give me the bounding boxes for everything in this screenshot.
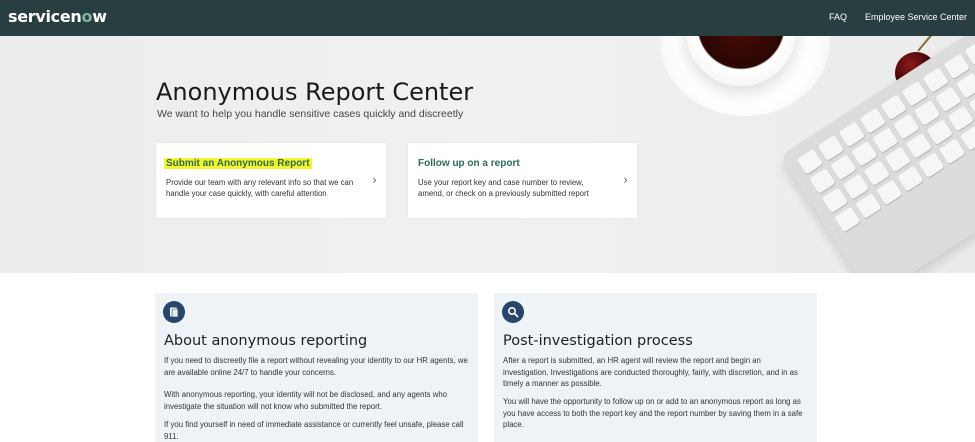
follow-up-report-card[interactable]: Follow up on a report Use your report ke… [408, 143, 637, 218]
panel-title: Post-investigation process [503, 333, 693, 349]
about-anonymous-reporting-panel: About anonymous reporting If you need to… [155, 293, 478, 442]
page-title: Anonymous Report Center [156, 78, 474, 106]
panel-paragraph: If you need to discreetly file a report … [164, 356, 468, 377]
panel-paragraph: You will have the opportunity to follow … [503, 397, 803, 429]
servicenow-logo[interactable]: servicenow [8, 7, 107, 26]
top-navigation-bar: servicenow FAQ Employee Service Center [0, 0, 975, 36]
cherry-stem-decoration [917, 36, 937, 52]
panel-paragraph: With anonymous reporting, your identity … [164, 390, 448, 411]
post-investigation-process-panel: Post-investigation process After a repor… [494, 293, 817, 442]
card-title: Submit an Anonymous Report [164, 158, 312, 169]
panel-paragraph: If you find yourself in need of immediat… [164, 420, 464, 441]
card-title: Follow up on a report [418, 158, 520, 169]
card-description: Provide our team with any relevant info … [166, 178, 354, 198]
panel-paragraph: After a report is submitted, an HR agent… [503, 356, 798, 388]
search-icon [502, 301, 524, 323]
card-description: Use your report key and case number to r… [418, 178, 589, 198]
nav-link-employee-service-center[interactable]: Employee Service Center [865, 12, 967, 22]
chevron-right-icon: › [372, 173, 377, 187]
nav-link-faq[interactable]: FAQ [829, 12, 847, 22]
document-icon [163, 301, 185, 323]
chevron-right-icon: › [623, 173, 628, 187]
header-nav: FAQ Employee Service Center [829, 12, 967, 22]
page-subtitle: We want to help you handle sensitive cas… [157, 108, 464, 120]
submit-anonymous-report-card[interactable]: Submit an Anonymous Report Provide our t… [156, 143, 386, 218]
panel-title: About anonymous reporting [164, 333, 368, 349]
